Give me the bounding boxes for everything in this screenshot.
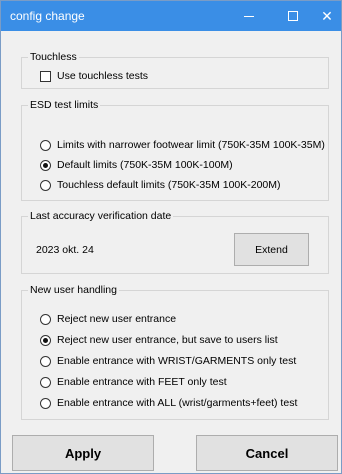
minimize-icon — [244, 15, 254, 17]
apply-button-label: Apply — [64, 445, 102, 461]
new-user-option-reject-save[interactable]: Reject new user entrance, but save to us… — [40, 333, 278, 347]
new-user-handling-group-title: New user handling — [28, 284, 119, 297]
radio-button[interactable] — [40, 376, 51, 388]
new-user-option-label: Reject new user entrance, but save to us… — [57, 334, 278, 346]
extend-button-label: Extend — [255, 243, 288, 256]
new-user-option-wrist[interactable]: Enable entrance with WRIST/GARMENTS only… — [40, 354, 296, 368]
esd-option-touchless[interactable]: Touchless default limits (750K-35M 100K-… — [40, 178, 281, 192]
maximize-icon — [288, 11, 298, 21]
new-user-option-label: Enable entrance with ALL (wrist/garments… — [57, 397, 298, 409]
new-user-option-feet[interactable]: Enable entrance with FEET only test — [40, 375, 227, 389]
accuracy-date-group-title: Last accuracy verification date — [28, 210, 174, 223]
radio-button[interactable] — [40, 355, 51, 367]
esd-limits-group-title: ESD test limits — [28, 99, 101, 112]
window-title: config change — [10, 9, 85, 23]
cancel-button-label: Cancel — [245, 445, 289, 461]
new-user-option-label: Reject new user entrance — [57, 313, 177, 325]
close-icon: ✕ — [321, 7, 333, 24]
minimize-button[interactable] — [227, 1, 271, 31]
checkbox-box[interactable] — [40, 70, 51, 82]
use-touchless-checkbox[interactable]: Use touchless tests — [40, 69, 148, 83]
esd-option-label: Default limits (750K-35M 100K-100M) — [57, 159, 233, 171]
radio-button-selected[interactable] — [40, 334, 51, 346]
esd-option-label: Limits with narrower footwear limit (750… — [57, 139, 325, 151]
touchless-group-title: Touchless — [28, 51, 79, 64]
radio-button-selected[interactable] — [40, 159, 51, 171]
radio-button[interactable] — [40, 139, 51, 151]
radio-button[interactable] — [40, 397, 51, 409]
cancel-button[interactable]: Cancel — [196, 435, 338, 471]
esd-option-default[interactable]: Default limits (750K-35M 100K-100M) — [40, 158, 233, 172]
maximize-button[interactable] — [271, 1, 315, 31]
close-button[interactable]: ✕ — [313, 1, 341, 31]
esd-option-narrow[interactable]: Limits with narrower footwear limit (750… — [40, 138, 325, 152]
radio-button[interactable] — [40, 179, 51, 191]
config-change-window: config change ✕ Touchless Use touchless … — [0, 0, 342, 474]
use-touchless-label: Use touchless tests — [57, 70, 149, 82]
new-user-option-label: Enable entrance with FEET only test — [57, 376, 227, 388]
new-user-option-all[interactable]: Enable entrance with ALL (wrist/garments… — [40, 396, 297, 410]
verification-date: 2023 okt. 24 — [36, 244, 94, 256]
apply-button[interactable]: Apply — [12, 435, 154, 471]
esd-option-label: Touchless default limits (750K-35M 100K-… — [57, 179, 281, 191]
extend-button[interactable]: Extend — [234, 233, 309, 266]
new-user-option-label: Enable entrance with WRIST/GARMENTS only… — [57, 355, 297, 367]
new-user-option-reject[interactable]: Reject new user entrance — [40, 312, 176, 326]
radio-button[interactable] — [40, 313, 51, 325]
title-bar[interactable]: config change ✕ — [1, 1, 341, 31]
